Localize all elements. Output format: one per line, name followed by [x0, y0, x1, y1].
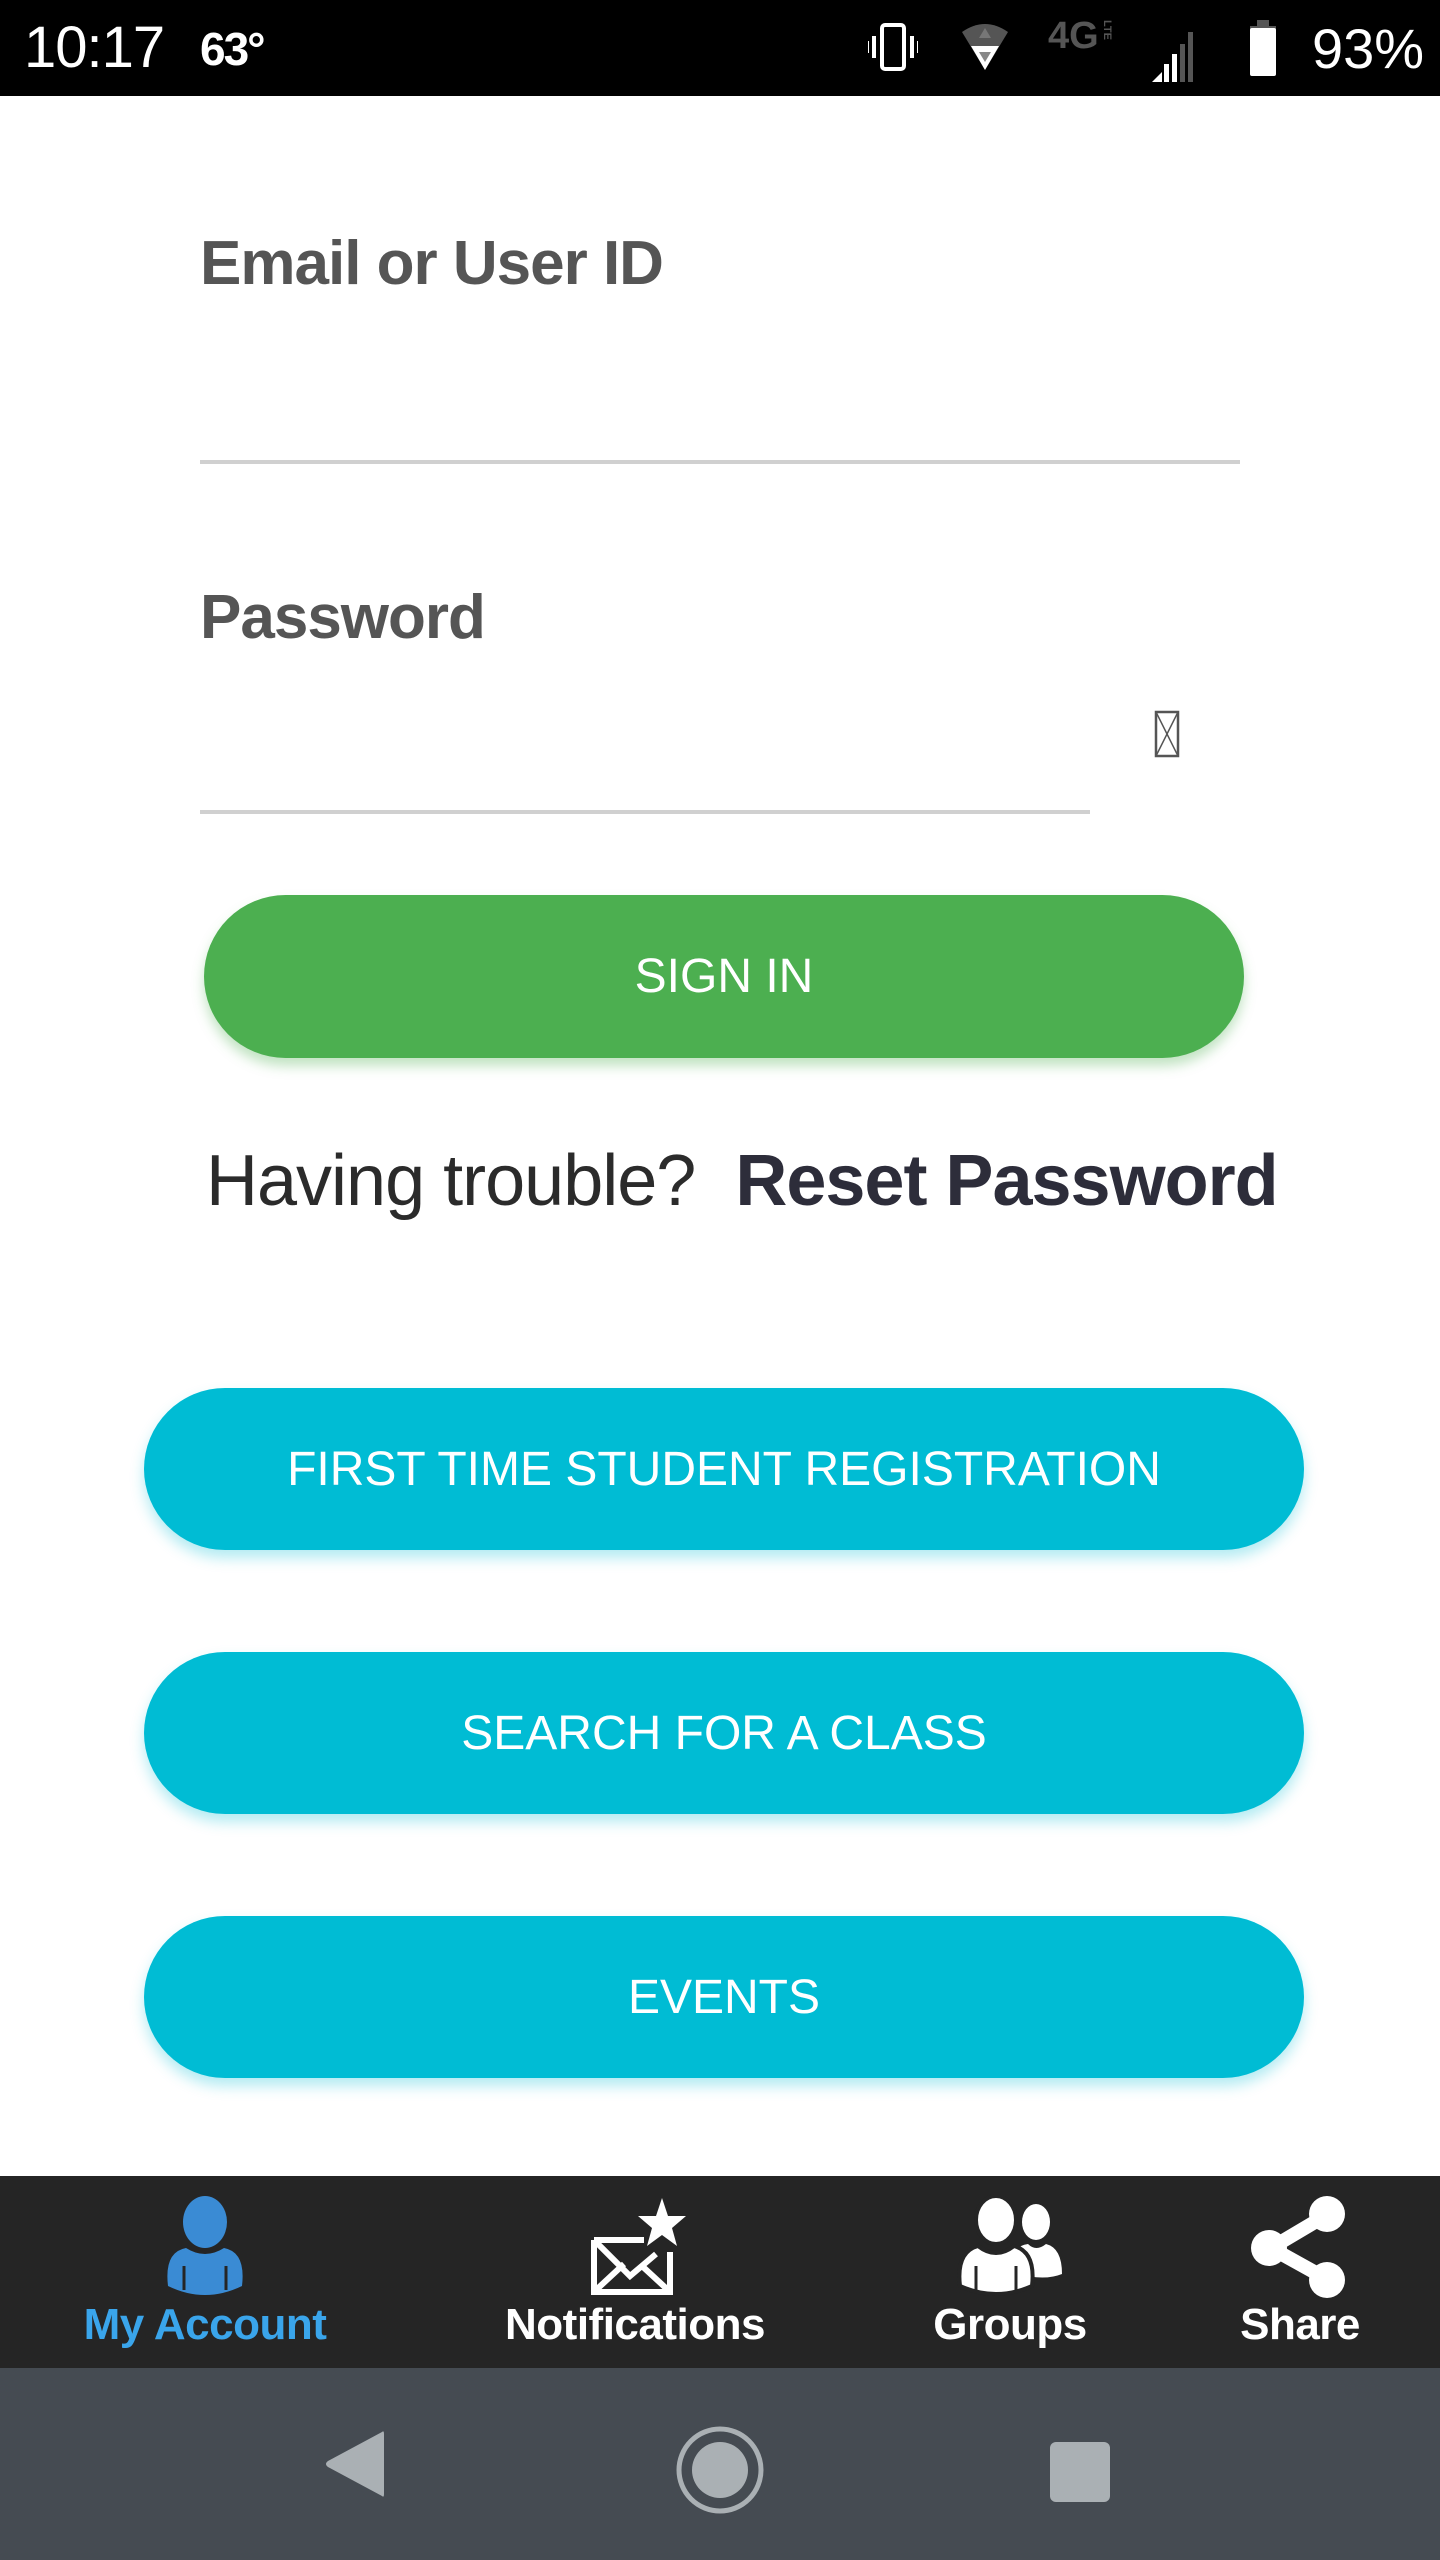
tab-my-account[interactable]: My Account [60, 2176, 350, 2368]
envelope-star-icon [591, 2198, 686, 2295]
user-icon [167, 2196, 243, 2295]
system-nav-bar [0, 2368, 1440, 2560]
users-icon [957, 2194, 1062, 2296]
having-trouble-text: Having trouble? [206, 1141, 696, 1221]
trouble-row: Having trouble? Reset Password [206, 1140, 1306, 1230]
email-label: Email or User ID [200, 229, 664, 298]
battery-icon [1250, 20, 1276, 76]
tab-label: Groups [933, 2300, 1087, 2349]
status-bar: 10:17 63° 4G LTE 93% [0, 0, 1440, 96]
recents-icon[interactable] [1048, 2440, 1112, 2504]
tab-label: My Account [83, 2300, 327, 2349]
tab-share[interactable]: Share [1200, 2176, 1400, 2368]
bottom-nav: My Account Notifications Groups Share [0, 2176, 1440, 2368]
svg-text:4G: 4G [1048, 15, 1099, 54]
home-icon[interactable] [674, 2424, 766, 2516]
back-icon[interactable] [322, 2428, 388, 2500]
first-time-registration-button[interactable]: FIRST TIME STUDENT REGISTRATION [144, 1388, 1304, 1550]
tab-label: Notifications [505, 2300, 765, 2349]
password-label: Password [200, 583, 486, 652]
tab-notifications[interactable]: Notifications [470, 2176, 800, 2368]
tab-label: Share [1240, 2300, 1360, 2349]
password-input[interactable] [200, 714, 1090, 814]
status-temperature: 63° [200, 23, 266, 75]
status-time: 10:17 [24, 15, 165, 80]
events-button[interactable]: EVENTS [144, 1916, 1304, 2078]
vibrate-icon [868, 23, 918, 71]
status-icons: 4G LTE 93% [720, 0, 1440, 96]
email-input[interactable] [200, 364, 1240, 464]
reset-password-link[interactable]: Reset Password [735, 1140, 1278, 1222]
battery-percent: 93% [1312, 17, 1425, 80]
sign-in-button[interactable]: SIGN IN [204, 895, 1244, 1058]
share-icon [1251, 2196, 1345, 2298]
wifi-icon [962, 24, 1008, 70]
search-for-class-button[interactable]: SEARCH FOR A CLASS [144, 1652, 1304, 1814]
svg-text:LTE: LTE [1101, 20, 1113, 40]
password-visibility-toggle-icon[interactable] [1150, 700, 1186, 770]
tab-groups[interactable]: Groups [890, 2176, 1130, 2368]
signal-icon [1152, 32, 1193, 82]
4g-lte-icon: 4G LTE [1048, 15, 1113, 54]
